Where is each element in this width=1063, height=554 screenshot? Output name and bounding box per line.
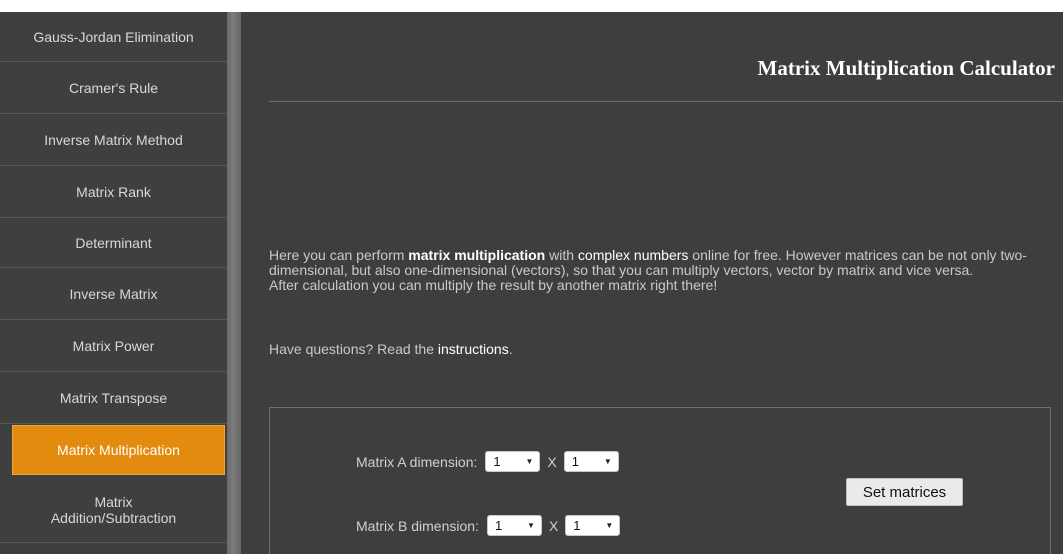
chevron-down-icon: ▼ [527,521,535,530]
dimension-form: Matrix A dimension: 1 ▼ X 1 ▼ Matrix B d… [269,407,1051,554]
page-title: Matrix Multiplication Calculator [757,56,1055,80]
sidebar-item-gauss-jordan[interactable]: Gauss-Jordan Elimination [0,12,227,62]
matrix-b-dimension-label: Matrix B dimension: [356,517,479,534]
intro-bold-term: matrix multiplication [408,247,546,263]
sidebar-nav: Gauss-Jordan Elimination Cramer's Rule I… [0,12,227,554]
matrix-b-dimension-row: Matrix B dimension: 1 ▼ X 1 ▼ [356,515,621,536]
set-matrices-button[interactable]: Set matrices [846,478,963,506]
sidebar-divider [227,12,241,554]
sidebar-item-cramers-rule[interactable]: Cramer's Rule [0,62,227,114]
sidebar-item-matrix-power[interactable]: Matrix Power [0,320,227,372]
intro-text-part: Here you can perform [269,247,409,263]
sidebar-item-matrix-addition-subtraction[interactable]: Matrix Addition/Subtraction [0,477,227,543]
sidebar-item-matrix-transpose[interactable]: Matrix Transpose [0,372,227,424]
sidebar-item-matrix-rank[interactable]: Matrix Rank [0,166,227,218]
select-value: 1 [493,454,501,469]
main-content: Matrix Multiplication Calculator Here yo… [241,12,1063,554]
sidebar-item-determinant[interactable]: Determinant [0,218,227,268]
chevron-down-icon: ▼ [525,457,534,466]
sidebar-item-label: Inverse Matrix [69,285,158,302]
sidebar-item-inverse-matrix-method[interactable]: Inverse Matrix Method [0,114,227,166]
select-value: 1 [571,454,579,469]
intro-second-line: After calculation you can multiply the r… [269,277,718,293]
sidebar-item-matrix-multiplication[interactable]: Matrix Multiplication [12,425,225,475]
matrix-a-cols-select[interactable]: 1 ▼ [563,451,619,472]
sidebar-item-label: Cramer's Rule [68,79,159,96]
help-text-part: Have questions? Read the [269,341,438,357]
title-divider [269,101,1063,102]
chevron-down-icon: ▼ [605,521,614,530]
select-value: 1 [573,518,581,533]
sidebar-item-label: Matrix Power [72,337,155,354]
sidebar-item-label: Matrix Multiplication [57,442,180,458]
sidebar-item-label: Inverse Matrix Method [44,131,183,148]
chevron-down-icon: ▼ [603,457,612,466]
matrix-a-dimension-label: Matrix A dimension: [356,453,478,470]
complex-numbers-link[interactable]: complex numbers [578,247,689,263]
intro-text: Here you can perform matrix multiplicati… [269,248,1054,293]
sidebar-item-label: Matrix Addition/Subtraction [50,493,177,526]
sidebar-item-label: Matrix Rank [76,183,151,200]
sidebar-item-label: Gauss-Jordan Elimination [33,28,194,45]
instructions-link[interactable]: instructions [438,341,509,357]
matrix-a-dimension-row: Matrix A dimension: 1 ▼ X 1 ▼ [356,451,619,472]
matrix-a-rows-select[interactable]: 1 ▼ [485,451,541,472]
matrix-b-cols-select[interactable]: 1 ▼ [565,515,621,536]
sidebar-item-inverse-matrix[interactable]: Inverse Matrix [0,268,227,320]
select-value: 1 [494,518,503,533]
sidebar-item-label: Matrix Transpose [59,389,168,406]
times-symbol: X [548,517,559,534]
times-symbol: X [547,453,557,470]
matrix-b-rows-select[interactable]: 1 ▼ [486,515,542,536]
sidebar-item-label: Determinant [75,234,152,251]
intro-text-part: with [545,247,578,263]
help-text-part: . [508,341,513,357]
help-text: Have questions? Read the instructions. [269,341,513,357]
